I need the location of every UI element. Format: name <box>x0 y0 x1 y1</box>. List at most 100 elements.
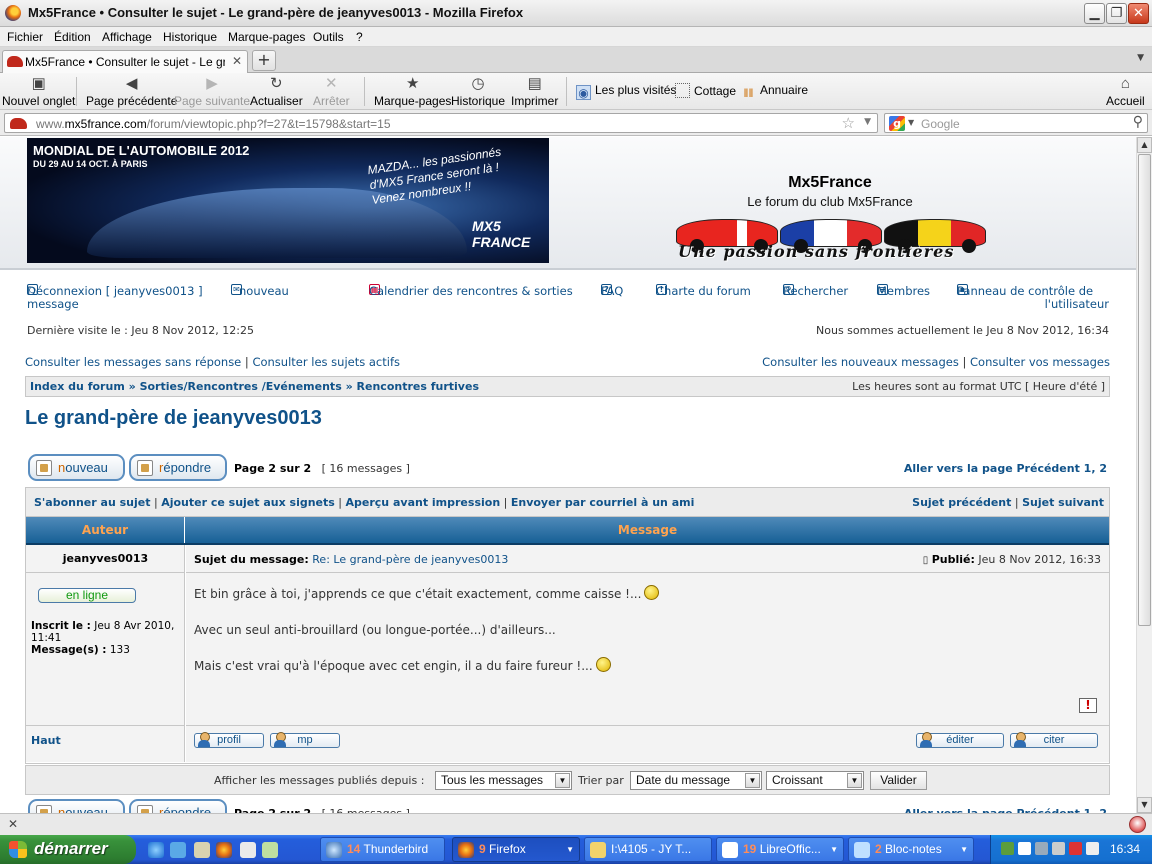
google-icon[interactable]: g <box>889 116 905 131</box>
folder-icon <box>675 83 690 98</box>
user-icon <box>197 732 211 748</box>
page-title[interactable]: Le grand-père de jeanyves0013 <box>25 407 322 430</box>
breadcrumb-rencontres[interactable]: Rencontres furtives <box>357 380 479 393</box>
new-tab-button[interactable]: + <box>252 50 276 71</box>
maximize-button[interactable]: ❐ <box>1106 3 1127 24</box>
bookmark-annuaire[interactable]: ǁǁ Annuaire <box>741 83 809 101</box>
new-tab-toolbar-button[interactable]: ▣ Nouvel onglet <box>2 75 75 108</box>
chevron-down-icon: ▼ <box>847 773 862 788</box>
desktop-quicklaunch-icon[interactable] <box>170 842 186 858</box>
back-button[interactable]: ◀ Page précédente <box>86 75 177 108</box>
thunderbird-icon <box>326 842 342 858</box>
home-icon: ⌂ <box>1120 75 1130 92</box>
post-author-panel: jeanyves0013 en ligne Inscrit le : Jeu 8… <box>26 545 185 762</box>
start-button[interactable]: démarrer <box>0 835 136 864</box>
toolbar-divider <box>76 77 77 106</box>
sort-order-select[interactable]: Croissant ▼ <box>766 771 864 790</box>
bookmark-topic-link[interactable]: Ajouter ce sujet aux signets <box>161 496 335 509</box>
forward-button[interactable]: ▶ Page suivante <box>174 75 250 108</box>
tray-network-icon[interactable] <box>1035 842 1048 855</box>
menu-marque-pages[interactable]: Marque-pages <box>228 30 305 44</box>
ie-quicklaunch-icon[interactable] <box>148 842 164 858</box>
profile-button[interactable]: profil <box>194 732 264 748</box>
menu-fichier[interactable]: Fichier <box>7 30 43 44</box>
post-subject[interactable]: Sujet du message: Re: Le grand-père de j… <box>194 553 508 566</box>
page-scrollbar[interactable]: ▲ ▼ <box>1136 137 1152 813</box>
task-notepad[interactable]: 2 Bloc-notes ▼ <box>848 837 974 862</box>
notes-quicklaunch-icon[interactable] <box>262 842 278 858</box>
menu-historique[interactable]: Historique <box>163 30 217 44</box>
prev-topic-link[interactable]: Sujet précédent <box>912 496 1011 509</box>
url-dropdown-icon[interactable]: ▼ <box>864 117 871 127</box>
print-button[interactable]: ▤ Imprimer <box>511 75 558 108</box>
reply-button[interactable]: répondre <box>129 454 227 481</box>
task-explorer[interactable]: I:\4105 - JY T... <box>584 837 712 862</box>
tray-app-icon[interactable] <box>1001 842 1014 855</box>
pagination[interactable]: Aller vers la page Précédent 1, 2 <box>904 462 1107 475</box>
directory-icon: ǁǁ <box>743 86 754 100</box>
menu-edition[interactable]: Édition <box>54 30 91 44</box>
bookmark-most-visited[interactable]: ◉ Les plus visités <box>576 83 676 100</box>
home-button[interactable]: ⌂ Accueil <box>1106 75 1145 108</box>
online-badge: en ligne <box>38 588 136 603</box>
search-box[interactable]: g ▼ Google ⚲ <box>884 113 1148 133</box>
task-libreoffice[interactable]: 19 LibreOffic... ▼ <box>716 837 844 862</box>
tray-volume-icon[interactable] <box>1086 842 1099 855</box>
report-post-button[interactable]: ! <box>1079 698 1097 713</box>
menu-affichage[interactable]: Affichage <box>102 30 152 44</box>
back-to-top-link[interactable]: Haut <box>31 734 61 747</box>
reload-button[interactable]: ↻ Actualiser <box>250 75 303 108</box>
breadcrumb-index[interactable]: Index du forum <box>30 380 125 393</box>
subscribe-link[interactable]: S'abonner au sujet <box>34 496 150 509</box>
back-label: Page précédente <box>86 94 178 108</box>
menu-outils[interactable]: Outils <box>313 30 344 44</box>
new-tab-icon: ▣ <box>31 75 46 92</box>
firefox-quicklaunch-icon[interactable] <box>216 842 232 858</box>
menu-help[interactable]: ? <box>356 30 363 44</box>
clock-icon: ◷ <box>471 75 485 92</box>
close-button[interactable]: ✕ <box>1128 3 1149 24</box>
history-button[interactable]: ◷ Historique <box>451 75 505 108</box>
bookmark-star-icon[interactable]: ☆ <box>842 114 855 132</box>
search-icon[interactable]: ⚲ <box>1133 114 1143 130</box>
stop-button[interactable]: ✕ Arrêter <box>313 75 350 108</box>
message-column-header: Message <box>617 523 678 537</box>
breadcrumb-sorties[interactable]: Sorties/Rencontres /Evénements <box>140 380 342 393</box>
site-favicon <box>10 118 27 129</box>
print-preview-link[interactable]: Aperçu avant impression <box>346 496 501 509</box>
scroll-up-icon[interactable]: ▲ <box>1137 137 1152 153</box>
quote-button[interactable]: citer <box>1010 732 1098 748</box>
adblock-icon[interactable] <box>1129 816 1146 833</box>
close-findbar-icon[interactable]: ✕ <box>8 817 18 831</box>
private-message-button[interactable]: mp <box>270 732 340 748</box>
tab-mx5france[interactable]: Mx5France • Consulter le sujet - Le gran… <box>2 50 248 73</box>
minimize-button[interactable]: ▁ <box>1084 3 1105 24</box>
task-thunderbird[interactable]: 14 Thunderbird <box>320 837 445 862</box>
bookmarks-button[interactable]: ★ Marque-pages <box>374 75 451 108</box>
task-firefox[interactable]: 9 Firefox ▼ <box>452 837 580 862</box>
reply-button-bottom[interactable]: répondre <box>129 799 227 813</box>
tray-antivirus-icon[interactable] <box>1069 842 1082 855</box>
tray-document-icon[interactable] <box>1018 842 1031 855</box>
edit-button[interactable]: éditer <box>916 732 1004 748</box>
email-friend-link[interactable]: Envoyer par courriel à un ami <box>511 496 695 509</box>
scroll-thumb[interactable] <box>1138 154 1151 626</box>
app-quicklaunch-icon[interactable] <box>194 842 210 858</box>
display-since-select[interactable]: Tous les messages ▼ <box>435 771 572 790</box>
scroll-down-icon[interactable]: ▼ <box>1137 797 1152 813</box>
new-topic-button-bottom[interactable]: nouveau <box>28 799 125 813</box>
post-footer: profil mp éditer citer <box>186 725 1109 762</box>
address-text: www.mx5france.com/forum/viewtopic.php?f=… <box>36 117 391 131</box>
tab-list-chevron-icon[interactable]: ▼ <box>1137 53 1144 63</box>
tray-settings-icon[interactable] <box>1052 842 1065 855</box>
bookmarks-label: Marque-pages <box>374 94 452 108</box>
tab-close-icon[interactable]: ✕ <box>232 54 242 68</box>
new-topic-button[interactable]: nouveau <box>28 454 125 481</box>
submit-sort-button[interactable]: Valider <box>870 771 927 790</box>
sort-by-select[interactable]: Date du message ▼ <box>630 771 762 790</box>
next-topic-link[interactable]: Sujet suivant <box>1022 496 1104 509</box>
address-bar[interactable]: www.mx5france.com/forum/viewtopic.php?f=… <box>4 113 878 133</box>
media-quicklaunch-icon[interactable] <box>240 842 256 858</box>
search-engine-dropdown-icon[interactable]: ▼ <box>908 118 914 127</box>
bookmark-cottage[interactable]: Cottage <box>675 83 736 98</box>
